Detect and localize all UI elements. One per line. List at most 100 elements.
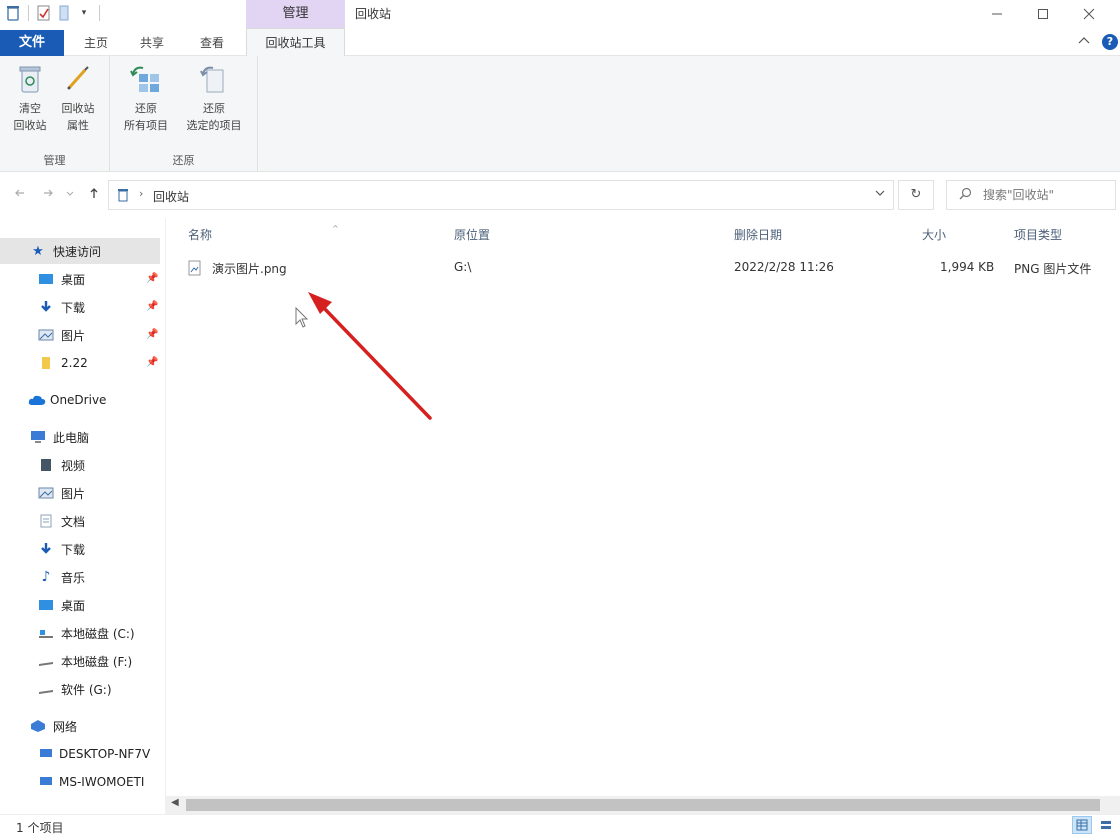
sidebar-item-drive-g[interactable]: 软件 (G:) (38, 676, 112, 702)
pin-icon[interactable]: 📌 (146, 357, 158, 368)
details-view-button[interactable] (1072, 816, 1092, 834)
pin-icon[interactable]: 📌 (146, 329, 158, 340)
scrollbar-thumb[interactable] (186, 799, 1100, 811)
search-input[interactable] (983, 185, 1111, 205)
sidebar-item-folder-2-22[interactable]: 2.22 (38, 350, 88, 376)
qat-dropdown-icon[interactable]: ▾ (77, 5, 91, 21)
table-row[interactable]: 演示图片.png G:\ 2022/2/28 11:26 1,994 KB PN… (180, 256, 1120, 280)
address-bar[interactable]: › 回收站 (108, 180, 894, 210)
restore-all-button[interactable]: 还原 所有项目 (118, 62, 174, 134)
sidebar-item-label: 桌面 (61, 272, 86, 287)
refresh-button[interactable]: ↻ (898, 180, 934, 210)
sidebar-item-pictures-pc[interactable]: 图片 (38, 480, 85, 506)
minimize-icon (992, 13, 1002, 15)
breadcrumb-recycle-bin[interactable]: 回收站 (153, 188, 189, 205)
restore-selected-button[interactable]: 还原 选定的项目 (176, 62, 252, 134)
sidebar-item-network-pc-2[interactable]: MS-IWOMOETI (38, 769, 144, 795)
sidebar-item-drive-c[interactable]: 本地磁盘 (C:) (38, 620, 135, 646)
tab-share[interactable]: 共享 (130, 30, 174, 56)
scroll-left-icon[interactable]: ◀ (171, 797, 179, 808)
computer-icon (30, 429, 46, 445)
file-original-location: G:\ (454, 260, 472, 274)
chevron-down-icon[interactable] (875, 188, 885, 201)
large-icons-view-button[interactable] (1096, 816, 1116, 834)
download-icon (38, 299, 54, 315)
column-header-original-location[interactable]: 原位置 (454, 226, 490, 243)
sidebar-item-label: 软件 (G:) (61, 682, 112, 697)
column-header-type[interactable]: 项目类型 (1014, 226, 1062, 243)
sidebar-item-onedrive[interactable]: OneDrive (28, 387, 106, 413)
recycle-bin-icon (117, 188, 131, 202)
up-button[interactable] (88, 187, 100, 203)
recycle-bin-app-icon (6, 5, 20, 21)
empty-recycle-bin-button[interactable]: 清空 回收站 (3, 62, 57, 134)
sidebar-item-network[interactable]: 网络 (30, 713, 77, 739)
tab-view[interactable]: 查看 (190, 30, 234, 56)
properties-icon[interactable] (37, 5, 51, 21)
sidebar-item-downloads[interactable]: 下载 (38, 294, 85, 320)
sidebar-item-drive-f[interactable]: 本地磁盘 (F:) (38, 648, 132, 674)
search-box[interactable] (946, 180, 1116, 210)
sidebar-item-this-pc[interactable]: 此电脑 (30, 424, 89, 450)
sidebar-item-label: 视频 (61, 458, 86, 473)
chevron-down-icon (66, 191, 74, 196)
sidebar-item-label: 本地磁盘 (C:) (61, 626, 135, 641)
column-header-size[interactable]: 大小 (922, 226, 946, 243)
minimize-button[interactable] (974, 0, 1020, 28)
tab-home[interactable]: 主页 (74, 30, 118, 56)
file-size: 1,994 KB (940, 260, 995, 274)
new-folder-icon[interactable] (57, 5, 71, 21)
large-icons-view-icon (1101, 821, 1111, 829)
sidebar-item-label: DESKTOP-NF7V (59, 747, 151, 761)
sidebar-item-label: OneDrive (50, 393, 107, 407)
sidebar-item-label: 本地磁盘 (F:) (61, 654, 133, 669)
file-date-deleted: 2022/2/28 11:26 (734, 260, 834, 274)
sidebar-item-label: 桌面 (61, 598, 86, 613)
collapse-ribbon-icon[interactable] (1078, 33, 1090, 48)
pictures-icon (38, 327, 54, 343)
refresh-icon: ↻ (910, 187, 922, 202)
pin-icon[interactable]: 📌 (146, 301, 158, 312)
sidebar-item-network-pc-1[interactable]: DESKTOP-NF7V (38, 741, 150, 767)
column-header-date-deleted[interactable]: 删除日期 (734, 226, 782, 243)
ribbon-group-label: 还原 (172, 154, 195, 167)
help-icon[interactable]: ? (1102, 34, 1118, 50)
desktop-icon (38, 597, 54, 613)
close-button[interactable] (1066, 0, 1112, 28)
sidebar-item-pictures[interactable]: 图片 (38, 322, 85, 348)
sidebar-item-label: 此电脑 (53, 430, 90, 445)
quick-access-toolbar: ▾ (6, 5, 102, 21)
sidebar-item-label: 图片 (61, 486, 86, 501)
onedrive-cloud-icon (28, 392, 46, 408)
sidebar-item-quick-access[interactable]: ★ 快速访问 (0, 238, 160, 264)
maximize-button[interactable] (1020, 0, 1066, 28)
pin-icon[interactable]: 📌 (146, 273, 158, 284)
empty-recycle-bin-label-line2: 回收站 (13, 119, 47, 132)
recycle-bin-properties-label-line1: 回收站 (61, 102, 95, 115)
sidebar-item-downloads-pc[interactable]: 下载 (38, 536, 85, 562)
horizontal-scrollbar[interactable]: ◀ (166, 796, 1120, 814)
sidebar-item-desktop[interactable]: 桌面 (38, 266, 85, 292)
ribbon: 清空 回收站 回收站 属性 管理 还原 所有项目 还原 选定的项目 还原 (0, 56, 1120, 172)
computer-icon (38, 774, 54, 790)
window-title: 回收站 (355, 7, 392, 21)
pictures-icon (38, 485, 54, 501)
sidebar-item-videos[interactable]: 视频 (38, 452, 85, 478)
restore-selected-icon (197, 62, 231, 96)
sidebar-item-documents[interactable]: 文档 (38, 508, 85, 534)
restore-all-label-line1: 还原 (135, 102, 157, 115)
sidebar-item-music[interactable]: ♪ 音乐 (38, 564, 85, 590)
file-list: 名称 ^ 原位置 删除日期 大小 项目类型 演示图片.png G:\ 2022/… (166, 218, 1120, 796)
tab-recycle-bin-tools[interactable]: 回收站工具 (246, 28, 345, 57)
column-header-name[interactable]: 名称 ^ (188, 224, 339, 243)
recent-locations-button[interactable] (66, 187, 74, 203)
tab-manage-context[interactable]: 管理 (246, 0, 345, 28)
sidebar-item-desktop-pc[interactable]: 桌面 (38, 592, 85, 618)
chevron-right-icon[interactable]: › (139, 187, 143, 200)
forward-button[interactable] (42, 187, 54, 203)
tab-file[interactable]: 文件 (0, 30, 64, 56)
restore-selected-label-line2: 选定的项目 (186, 119, 242, 132)
search-icon (959, 187, 972, 204)
recycle-bin-properties-button[interactable]: 回收站 属性 (51, 62, 105, 134)
back-button[interactable] (14, 187, 26, 203)
